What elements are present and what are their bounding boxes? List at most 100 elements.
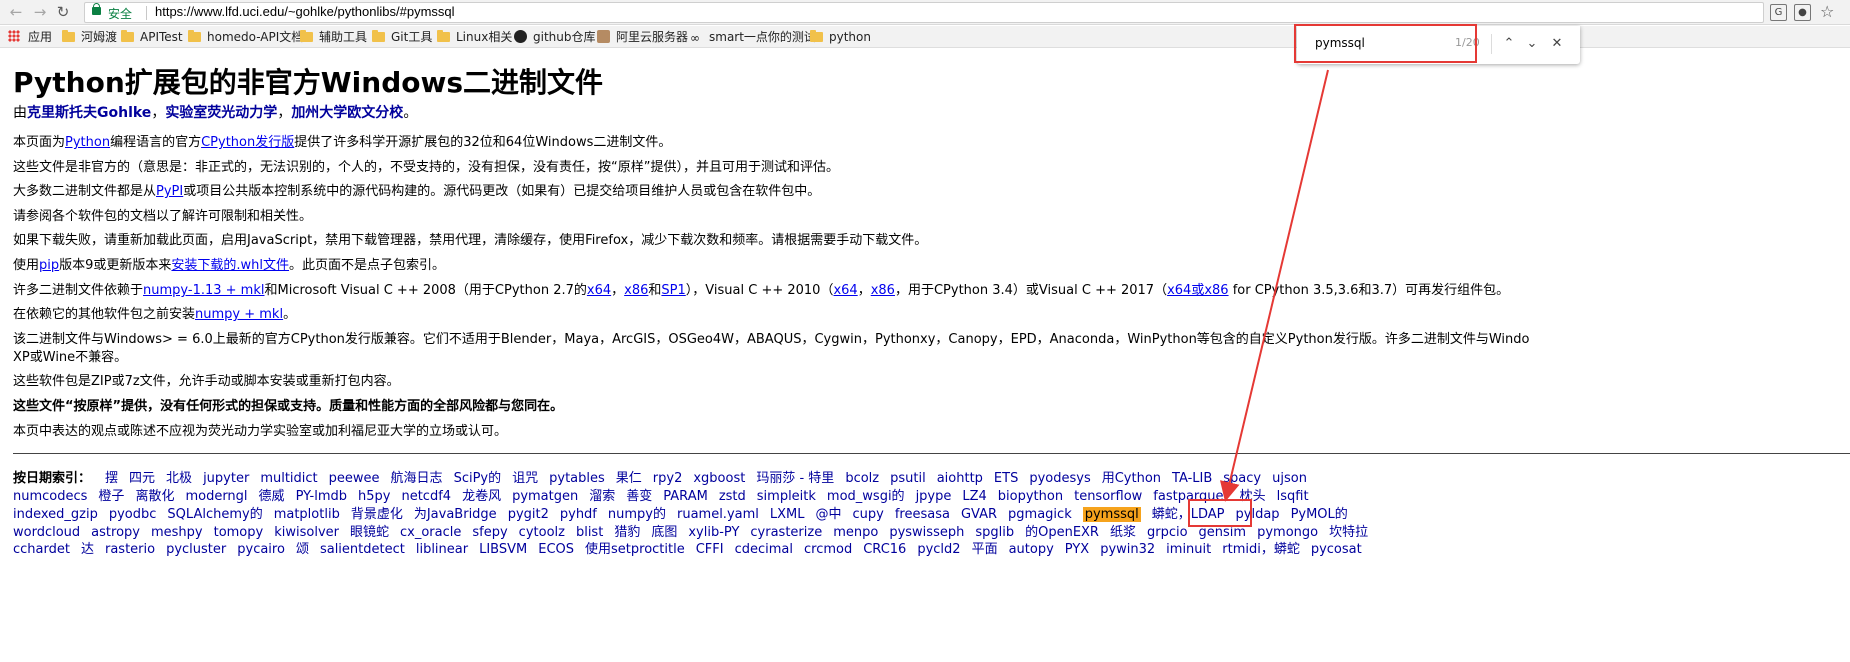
package-link[interactable]: autopy bbox=[1009, 542, 1054, 557]
package-link[interactable]: lsqfit bbox=[1277, 489, 1309, 504]
package-link[interactable]: 善变 bbox=[626, 489, 652, 504]
package-link[interactable]: 达 bbox=[81, 542, 94, 557]
vc2017-link[interactable]: x64或x86 bbox=[1167, 283, 1228, 298]
package-link[interactable]: PYX bbox=[1065, 542, 1089, 557]
package-link[interactable]: freesasa bbox=[895, 507, 950, 522]
vc2010-x86-link[interactable]: x86 bbox=[871, 283, 895, 298]
package-link[interactable]: 诅咒 bbox=[512, 471, 538, 486]
bookmark-github[interactable]: github仓库 bbox=[514, 29, 596, 45]
package-link[interactable]: pycluster bbox=[166, 542, 226, 557]
package-link[interactable]: rtmidi，蟒蛇 bbox=[1222, 542, 1300, 557]
package-link[interactable]: indexed_gzip bbox=[13, 507, 98, 522]
package-link[interactable]: PARAM bbox=[663, 489, 708, 504]
package-link[interactable]: pymatgen bbox=[512, 489, 578, 504]
package-link[interactable]: pycosat bbox=[1311, 542, 1362, 557]
bookmark-folder[interactable]: 河姆渡 bbox=[62, 29, 117, 45]
package-link[interactable]: iminuit bbox=[1166, 542, 1211, 557]
package-link[interactable]: astropy bbox=[91, 525, 140, 540]
package-link[interactable]: ruamel.yaml bbox=[677, 507, 759, 522]
package-link[interactable]: rasterio bbox=[105, 542, 155, 557]
package-link[interactable]: 果仁 bbox=[616, 471, 642, 486]
package-link[interactable]: pymongo bbox=[1257, 525, 1318, 540]
package-link[interactable]: wordcloud bbox=[13, 525, 80, 540]
package-link[interactable]: 摆 bbox=[105, 471, 118, 486]
bookmark-folder[interactable]: Linux相关 bbox=[437, 29, 512, 45]
back-icon[interactable]: ← bbox=[6, 2, 26, 22]
package-link[interactable]: 用Cython bbox=[1102, 471, 1161, 486]
bookmark-folder[interactable]: Git工具 bbox=[372, 29, 432, 45]
package-link[interactable]: 枕头 bbox=[1240, 489, 1266, 504]
vc2008-sp1-link[interactable]: SP1 bbox=[661, 283, 685, 298]
package-link[interactable]: 平面 bbox=[972, 542, 998, 557]
package-link[interactable]: sfepy bbox=[472, 525, 507, 540]
package-link[interactable]: peewee bbox=[329, 471, 380, 486]
bookmark-folder[interactable]: APITest bbox=[121, 29, 183, 45]
package-link[interactable]: 猎豹 bbox=[614, 525, 640, 540]
package-link[interactable]: ETS bbox=[994, 471, 1018, 486]
package-link[interactable]: 航海日志 bbox=[391, 471, 443, 486]
pypi-link[interactable]: PyPI bbox=[156, 184, 183, 199]
lab-link[interactable]: 实验室荧光动力学 bbox=[165, 105, 277, 121]
python-link[interactable]: Python bbox=[65, 135, 110, 150]
package-link[interactable]: 离散化 bbox=[135, 489, 174, 504]
package-link[interactable]: pgmagick bbox=[1008, 507, 1072, 522]
reload-icon[interactable]: ↻ bbox=[53, 2, 73, 22]
package-link[interactable]: salientdetect bbox=[320, 542, 405, 557]
package-link[interactable]: pyodbc bbox=[109, 507, 157, 522]
cpython-link[interactable]: CPython发行版 bbox=[201, 135, 294, 150]
bookmark-smart[interactable]: ∞ smart一点你的测试 bbox=[690, 29, 816, 45]
package-link[interactable]: 眼镜蛇 bbox=[350, 525, 389, 540]
package-link[interactable]: blist bbox=[576, 525, 603, 540]
package-link[interactable]: CFFI bbox=[696, 542, 724, 557]
package-link[interactable]: pyswisseph bbox=[889, 525, 964, 540]
package-link[interactable]: ECOS bbox=[538, 542, 574, 557]
package-link[interactable]: netcdf4 bbox=[401, 489, 451, 504]
address-bar[interactable]: 安全 https://www.lfd.uci.edu/~gohlke/pytho… bbox=[84, 2, 1764, 23]
package-link[interactable]: 溜索 bbox=[589, 489, 615, 504]
package-link[interactable]: 纸浆 bbox=[1110, 525, 1136, 540]
university-link[interactable]: 加州大学欧文分校 bbox=[291, 105, 403, 121]
package-link[interactable]: spacy bbox=[1223, 471, 1261, 486]
package-link[interactable]: 为JavaBridge bbox=[414, 507, 497, 522]
package-link[interactable]: pyhdf bbox=[560, 507, 597, 522]
package-link[interactable]: moderngl bbox=[185, 489, 247, 504]
package-link[interactable]: pyldap bbox=[1236, 507, 1280, 522]
package-link[interactable]: pycairo bbox=[237, 542, 285, 557]
package-link[interactable]: 玛丽莎 - 特里 bbox=[756, 471, 834, 486]
vc2008-x64-link[interactable]: x64 bbox=[587, 283, 611, 298]
package-link[interactable]: 蟒蛇，LDAP bbox=[1152, 507, 1225, 522]
url-text[interactable]: https://www.lfd.uci.edu/~gohlke/pythonli… bbox=[155, 4, 455, 19]
package-link[interactable]: zstd bbox=[719, 489, 746, 504]
package-link[interactable]: pygit2 bbox=[508, 507, 549, 522]
package-link[interactable]: pytables bbox=[549, 471, 605, 486]
bookmark-folder[interactable]: 辅助工具 bbox=[300, 29, 367, 45]
package-link[interactable]: 北极 bbox=[166, 471, 192, 486]
numpy-mkl-link[interactable]: numpy-1.13 + mkl bbox=[143, 283, 264, 298]
package-link[interactable]: CRC16 bbox=[863, 542, 906, 557]
package-link[interactable]: h5py bbox=[358, 489, 390, 504]
package-link[interactable]: aiohttp bbox=[937, 471, 983, 486]
package-link[interactable]: LZ4 bbox=[962, 489, 986, 504]
package-link[interactable]: pywin32 bbox=[1100, 542, 1155, 557]
package-link[interactable]: 龙卷风 bbox=[462, 489, 501, 504]
package-link[interactable]: 的OpenEXR bbox=[1025, 525, 1099, 540]
package-link[interactable]: 橙子 bbox=[98, 489, 124, 504]
package-link[interactable]: 底图 bbox=[651, 525, 677, 540]
bookmark-folder[interactable]: homedo-API文档 bbox=[188, 29, 303, 45]
package-link[interactable]: psutil bbox=[890, 471, 926, 486]
package-link[interactable]: 使用setproctitle bbox=[585, 542, 685, 557]
package-link[interactable]: xgboost bbox=[693, 471, 745, 486]
package-link[interactable]: pyodesys bbox=[1029, 471, 1090, 486]
package-link[interactable]: cupy bbox=[853, 507, 884, 522]
package-link[interactable]: PY-lmdb bbox=[296, 489, 347, 504]
package-link[interactable]: rpy2 bbox=[653, 471, 683, 486]
package-link[interactable]: 四元 bbox=[129, 471, 155, 486]
package-link[interactable]: TA-LIB bbox=[1172, 471, 1212, 486]
package-link[interactable]: jpype bbox=[916, 489, 952, 504]
bookmark-aliyun[interactable]: 阿里云服务器 bbox=[597, 29, 688, 45]
package-link[interactable]: numcodecs bbox=[13, 489, 87, 504]
package-link[interactable]: pycld2 bbox=[917, 542, 960, 557]
package-link[interactable]: 德威 bbox=[259, 489, 285, 504]
package-link[interactable]: spglib bbox=[975, 525, 1014, 540]
find-input[interactable]: pymssql bbox=[1315, 36, 1365, 50]
